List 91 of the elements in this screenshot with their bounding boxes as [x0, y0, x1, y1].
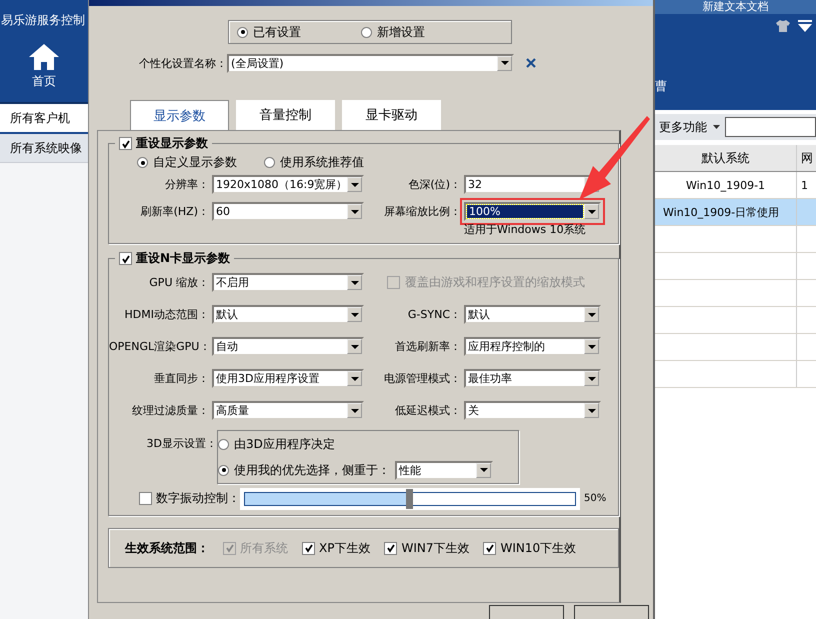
checkbox[interactable]: [483, 542, 496, 554]
caret-icon: [584, 339, 599, 354]
dropdown[interactable]: 1920x1080（16:9宽屏）: [212, 175, 364, 194]
dropdown[interactable]: 应用程序控制的: [464, 337, 601, 356]
checkbox-label: XP下生效: [319, 540, 370, 556]
table-cell: Win10_1909-日常使用: [655, 199, 797, 225]
dropdown[interactable]: 使用3D应用程序设置: [212, 369, 364, 388]
table-cell: Win10_1909-1: [655, 172, 797, 198]
dropdown[interactable]: 关: [464, 401, 601, 420]
checkbox[interactable]: [119, 137, 132, 150]
radio-option[interactable]: 使用系统推荐值: [264, 154, 364, 171]
field-label: 电源管理模式：: [383, 371, 461, 386]
field-label: 低延迟模式：: [394, 403, 461, 418]
caret-icon: [347, 177, 362, 192]
sidebar-item[interactable]: 所有客户机: [0, 104, 88, 134]
home-button[interactable]: 首页: [28, 43, 60, 90]
checkbox-label: 覆盖由游戏和程序设置的缩放模式: [405, 274, 585, 291]
dropdown[interactable]: 100%: [464, 202, 601, 221]
dropdown[interactable]: 32: [464, 175, 601, 194]
dialog-button[interactable]: [574, 605, 649, 619]
field-label: 3D显示设置：: [146, 436, 217, 451]
field-label: G-SYNC：: [406, 307, 461, 322]
radio-option[interactable]: 使用我的优先选择，侧重于：: [218, 462, 390, 478]
search-field[interactable]: [725, 117, 816, 137]
home-icon: [28, 43, 60, 71]
nav-label: 曹: [655, 78, 668, 95]
dropdown[interactable]: 默认: [212, 305, 364, 324]
dropdown[interactable]: 自动: [212, 337, 364, 356]
dropdown-icon[interactable]: [798, 20, 812, 32]
radio-option[interactable]: 已有设置: [237, 24, 301, 40]
slider-thumb[interactable]: [406, 488, 413, 508]
note-text: 适用于Windows 10系统: [464, 222, 587, 237]
caret-icon: [347, 403, 362, 418]
dropdown[interactable]: 最佳功率: [464, 369, 601, 388]
checkbox[interactable]: [384, 542, 398, 554]
caret-icon: [347, 204, 362, 219]
caret-icon: [584, 403, 599, 418]
caret-icon: [347, 371, 362, 386]
field-label: 屏幕缩放比例：: [383, 204, 461, 219]
field-label: 刷新率(HZ)：: [140, 204, 209, 219]
caret-icon: [347, 275, 362, 290]
field-label: 个性化设置名称：: [138, 56, 227, 70]
field-label: 生效系统范围：: [125, 540, 209, 556]
caret-icon: [476, 462, 491, 478]
caret-icon: [713, 125, 720, 129]
field-label: GPU 缩放：: [148, 275, 209, 290]
caret-icon: [347, 339, 362, 354]
dropdown[interactable]: 性能: [395, 460, 493, 480]
radio-option[interactable]: 由3D应用程序决定: [218, 436, 335, 452]
caret-icon: [584, 204, 599, 219]
checkbox-label: 所有系统: [240, 540, 288, 556]
field-label: 首选刷新率：: [394, 339, 461, 354]
shirt-icon[interactable]: [776, 20, 790, 32]
tab[interactable]: 显卡驱动: [342, 100, 441, 130]
dropdown[interactable]: 默认: [464, 305, 601, 324]
column-header[interactable]: 网: [797, 145, 816, 171]
dropdown[interactable]: 不启用: [212, 273, 364, 292]
tab[interactable]: 显示参数: [130, 100, 229, 130]
caret-icon: [584, 307, 599, 322]
field-label: 数字振动控制：: [156, 490, 240, 507]
tab[interactable]: 音量控制: [236, 100, 335, 130]
group-title: 重设N卡显示参数: [136, 250, 230, 267]
caret-icon: [497, 56, 512, 70]
column-header[interactable]: 默认系统: [655, 145, 797, 171]
field-label: 分辨率：: [164, 177, 209, 192]
dialog-button[interactable]: [489, 605, 564, 619]
table-cell-text: 1: [800, 178, 809, 194]
group-title: 重设显示参数: [136, 135, 208, 152]
field-label: 纹理过滤质量：: [131, 403, 209, 418]
dropdown[interactable]: 60: [212, 202, 364, 221]
checkbox[interactable]: [139, 492, 152, 505]
app-title: 易乐游服务控制: [0, 12, 85, 29]
name-dropdown[interactable]: (全局设置): [227, 54, 514, 72]
caret-icon: [584, 371, 599, 386]
checkbox-label: WIN10下生效: [500, 540, 576, 556]
slider-value: 50%: [584, 493, 606, 504]
field-label: 色深(位)：: [407, 177, 461, 192]
dropdown[interactable]: 高质量: [212, 401, 364, 420]
radio-option[interactable]: 新增设置: [361, 24, 425, 40]
field-label: OPENGL渲染GPU：: [109, 339, 209, 354]
document-title: 新建文本文档: [655, 0, 816, 14]
table-row[interactable]: Win10_1909-日常使用: [655, 199, 816, 226]
sidebar-item[interactable]: 所有系统映像: [0, 134, 88, 163]
radio-option[interactable]: 自定义显示参数: [137, 154, 237, 171]
checkbox-label: WIN7下生效: [401, 540, 470, 556]
checkbox[interactable]: [119, 252, 132, 265]
field-label: 垂直同步：: [153, 371, 209, 386]
caret-icon: [347, 307, 362, 322]
checkbox[interactable]: [302, 542, 315, 554]
delete-icon[interactable]: [526, 58, 536, 68]
field-label: HDMI动态范围：: [124, 307, 209, 322]
